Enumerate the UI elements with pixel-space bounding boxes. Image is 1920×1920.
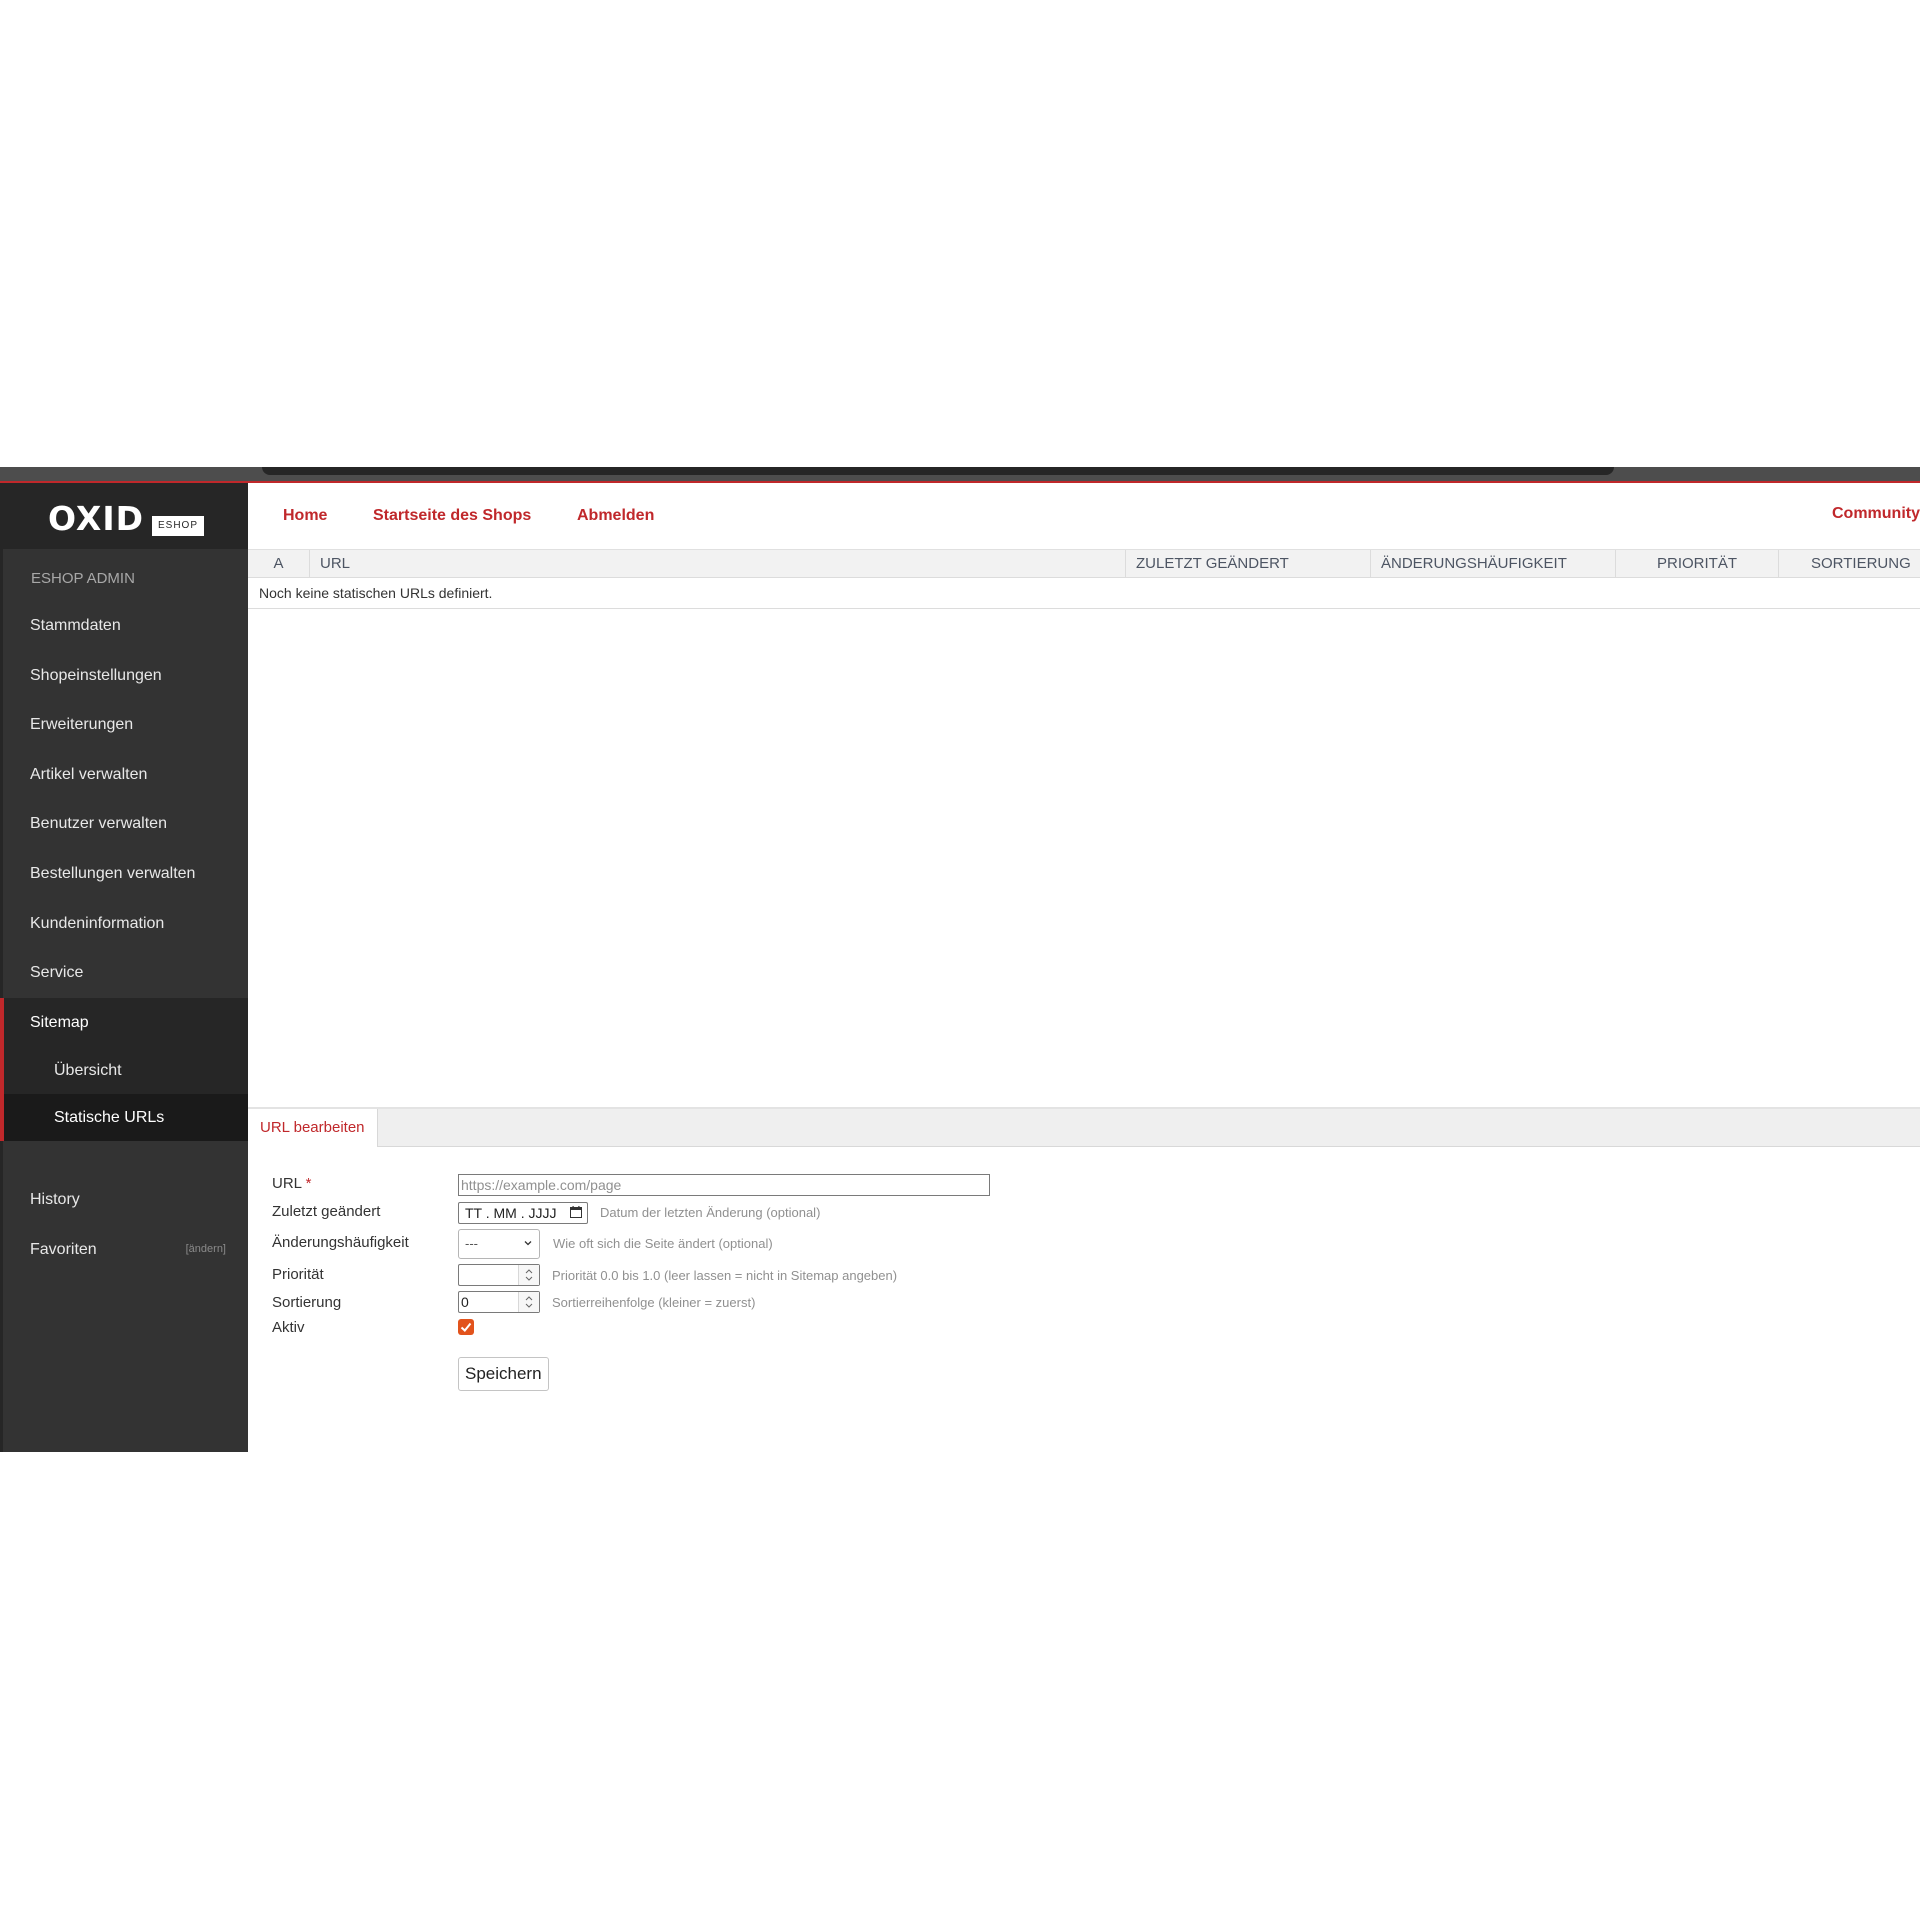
- sort-hint: Sortierreihenfolge (kleiner = zuerst): [552, 1295, 756, 1310]
- logo[interactable]: OXID ESHOP: [3, 483, 248, 549]
- change-frequency-label: Änderungshäufigkeit: [272, 1234, 409, 1251]
- sidebar-item-erweiterungen[interactable]: Erweiterungen: [3, 700, 248, 750]
- static-urls-table: A URL ZULETZT GEÄNDERT ÄNDERUNGSHÄUFIGKE…: [248, 549, 1920, 609]
- url-label-text: URL: [272, 1175, 302, 1192]
- last-modified-date-input[interactable]: TT . MM . JJJJ: [458, 1202, 588, 1224]
- sidebar-item-history[interactable]: History: [3, 1175, 248, 1225]
- sidebar-item-kundeninformation[interactable]: Kundeninformation: [3, 899, 248, 949]
- sidebar-nav: Stammdaten Shopeinstellungen Erweiterung…: [0, 601, 248, 1142]
- change-frequency-value: ---: [465, 1236, 478, 1251]
- empty-table-message: Noch keine statischen URLs definiert.: [248, 578, 1920, 609]
- calendar-icon[interactable]: [570, 1206, 582, 1218]
- sidebar-subitem-statische-urls[interactable]: Statische URLs: [4, 1094, 248, 1142]
- admin-window: OXID ESHOP ESHOP ADMIN Stammdaten Shopei…: [0, 467, 1920, 1452]
- sidebar-bottom: History Favoriten [ändern]: [3, 1175, 248, 1274]
- column-header-priority[interactable]: PRIORITÄT: [1615, 550, 1778, 578]
- column-header-active[interactable]: A: [248, 550, 309, 578]
- sort-stepper[interactable]: [518, 1292, 539, 1312]
- last-modified-hint: Datum der letzten Änderung (optional): [600, 1205, 821, 1220]
- priority-input[interactable]: [458, 1264, 540, 1286]
- column-header-change-frequency[interactable]: ÄNDERUNGSHÄUFIGKEIT: [1370, 550, 1615, 578]
- sitemap-submenu: Übersicht Statische URLs: [0, 1047, 248, 1142]
- change-frequency-hint: Wie oft sich die Seite ändert (optional): [553, 1236, 773, 1251]
- nav-link-community[interactable]: Community: [1832, 505, 1920, 523]
- table-header: A URL ZULETZT GEÄNDERT ÄNDERUNGSHÄUFIGKE…: [248, 549, 1920, 578]
- sidebar-item-bestellungen[interactable]: Bestellungen verwalten: [3, 849, 248, 899]
- favorites-change-link[interactable]: [ändern]: [186, 1225, 226, 1275]
- nav-link-shop-start[interactable]: Startseite des Shops: [373, 507, 531, 525]
- edit-tab-bar: URL bearbeiten: [248, 1107, 1920, 1148]
- stepper-arrows-icon: [525, 1296, 533, 1308]
- required-mark: *: [305, 1175, 312, 1192]
- tab-url-bearbeiten[interactable]: URL bearbeiten: [248, 1109, 378, 1148]
- logo-text: OXID: [48, 499, 144, 538]
- change-frequency-select[interactable]: ---: [458, 1229, 540, 1259]
- sidebar: OXID ESHOP ESHOP ADMIN Stammdaten Shopei…: [0, 483, 248, 1452]
- nav-link-home[interactable]: Home: [283, 507, 327, 525]
- sidebar-item-benutzer[interactable]: Benutzer verwalten: [3, 799, 248, 849]
- sidebar-item-stammdaten[interactable]: Stammdaten: [3, 601, 248, 651]
- sidebar-item-service[interactable]: Service: [3, 948, 248, 998]
- admin-label: ESHOP ADMIN: [31, 570, 135, 587]
- nav-link-logout[interactable]: Abmelden: [577, 507, 654, 525]
- checkmark-icon: [460, 1322, 472, 1332]
- priority-label: Priorität: [272, 1266, 324, 1283]
- url-edit-form: URL * Zuletzt geändert TT . MM . JJJJ Da…: [248, 1147, 1920, 1452]
- sort-label: Sortierung: [272, 1294, 342, 1311]
- top-nav: Home Startseite des Shops Abmelden Commu…: [248, 483, 1920, 549]
- url-field-label: URL *: [272, 1175, 311, 1192]
- column-header-url[interactable]: URL: [309, 550, 1125, 578]
- sidebar-item-favoriten[interactable]: Favoriten [ändern]: [3, 1225, 248, 1275]
- date-placeholder: TT . MM . JJJJ: [465, 1205, 557, 1221]
- sort-input[interactable]: 0: [458, 1291, 540, 1313]
- priority-stepper[interactable]: [518, 1265, 539, 1285]
- active-label: Aktiv: [272, 1319, 305, 1336]
- stepper-arrows-icon: [525, 1269, 533, 1281]
- sidebar-subitem-uebersicht[interactable]: Übersicht: [4, 1047, 248, 1094]
- save-button[interactable]: Speichern: [458, 1357, 549, 1391]
- active-checkbox[interactable]: [458, 1319, 474, 1335]
- last-modified-label: Zuletzt geändert: [272, 1203, 381, 1220]
- window-top-bar-handle: [262, 467, 1614, 475]
- favorites-label: Favoriten: [30, 1240, 97, 1258]
- column-header-sort[interactable]: SORTIERUNG: [1778, 550, 1920, 578]
- priority-hint: Priorität 0.0 bis 1.0 (leer lassen = nic…: [552, 1268, 898, 1283]
- chevron-down-icon: [524, 1241, 532, 1246]
- column-header-last-modified[interactable]: ZULETZT GEÄNDERT: [1125, 550, 1370, 578]
- sidebar-item-sitemap[interactable]: Sitemap: [0, 997, 248, 1048]
- url-input[interactable]: [458, 1174, 990, 1196]
- sidebar-item-artikel[interactable]: Artikel verwalten: [3, 750, 248, 800]
- sort-value: 0: [461, 1294, 469, 1310]
- sidebar-item-shopeinstellungen[interactable]: Shopeinstellungen: [3, 651, 248, 701]
- window-top-bar: [0, 467, 1920, 481]
- logo-badge: ESHOP: [152, 516, 204, 536]
